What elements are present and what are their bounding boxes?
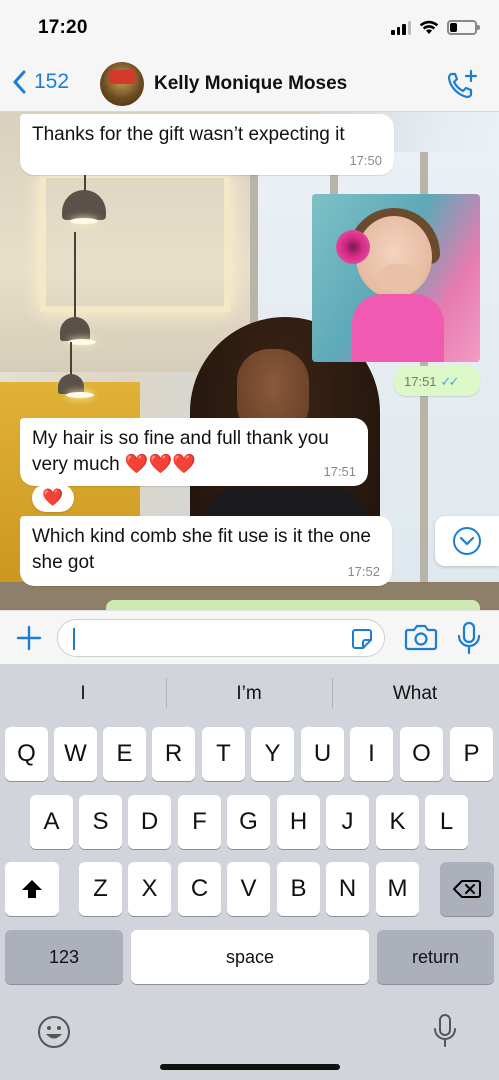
key-c[interactable]: C bbox=[178, 862, 221, 916]
outgoing-photo-meta: 17:51 ✓✓ bbox=[394, 366, 480, 396]
scroll-to-bottom-button[interactable] bbox=[435, 516, 499, 566]
chat-header: 152 Kelly Monique Moses bbox=[0, 58, 499, 112]
key-u[interactable]: U bbox=[301, 727, 344, 781]
key-w[interactable]: W bbox=[54, 727, 97, 781]
message-text: Which kind comb she fit use is it the on… bbox=[32, 526, 371, 573]
key-t[interactable]: T bbox=[202, 727, 245, 781]
message-time: 17:50 bbox=[349, 153, 382, 168]
text-caret bbox=[73, 628, 75, 650]
space-key[interactable]: space bbox=[131, 930, 369, 984]
emoji-icon[interactable] bbox=[37, 1015, 71, 1049]
key-b[interactable]: B bbox=[277, 862, 320, 916]
key-a[interactable]: A bbox=[30, 795, 73, 849]
key-y[interactable]: Y bbox=[251, 727, 294, 781]
key-e[interactable]: E bbox=[103, 727, 146, 781]
suggestion-3[interactable]: What bbox=[332, 664, 498, 722]
key-g[interactable]: G bbox=[227, 795, 270, 849]
message-text: Thanks for the gift wasn’t expecting it bbox=[32, 124, 345, 145]
suggestion-2[interactable]: I’m bbox=[166, 664, 332, 722]
incoming-message[interactable]: My hair is so fine and full thank you ve… bbox=[20, 418, 368, 486]
message-time: 17:52 bbox=[347, 564, 380, 579]
key-n[interactable]: N bbox=[326, 862, 369, 916]
key-i[interactable]: I bbox=[350, 727, 393, 781]
read-ticks-icon: ✓✓ bbox=[440, 374, 460, 389]
key-o[interactable]: O bbox=[400, 727, 443, 781]
message-time: 17:51 bbox=[323, 464, 356, 479]
numbers-key[interactable]: 123 bbox=[5, 930, 123, 984]
message-time: 17:51 bbox=[404, 374, 437, 389]
key-x[interactable]: X bbox=[128, 862, 171, 916]
incoming-message[interactable]: Thanks for the gift wasn’t expecting it … bbox=[20, 114, 394, 175]
message-text: My hair is so fine and full thank you ve… bbox=[32, 428, 329, 475]
key-d[interactable]: D bbox=[128, 795, 171, 849]
key-s[interactable]: S bbox=[79, 795, 122, 849]
dictation-mic-icon[interactable] bbox=[433, 1013, 457, 1049]
shift-icon bbox=[22, 880, 42, 898]
key-q[interactable]: Q bbox=[5, 727, 48, 781]
add-call-icon[interactable] bbox=[445, 68, 479, 102]
contact-name[interactable]: Kelly Monique Moses bbox=[154, 73, 347, 95]
home-indicator[interactable] bbox=[160, 1064, 340, 1070]
incoming-message[interactable]: Which kind comb she fit use is it the on… bbox=[20, 516, 392, 586]
backspace-key[interactable] bbox=[440, 862, 494, 916]
return-key[interactable]: return bbox=[377, 930, 494, 984]
key-m[interactable]: M bbox=[376, 862, 419, 916]
camera-icon[interactable] bbox=[404, 622, 438, 652]
chevron-left-icon bbox=[13, 70, 26, 94]
message-composer bbox=[0, 610, 499, 664]
plus-icon[interactable] bbox=[14, 623, 44, 653]
key-f[interactable]: F bbox=[178, 795, 221, 849]
battery-icon bbox=[447, 20, 480, 35]
outgoing-message-partial bbox=[106, 600, 480, 610]
suggestion-1[interactable]: I bbox=[0, 664, 166, 722]
status-bar: 17:20 bbox=[0, 0, 499, 58]
key-p[interactable]: P bbox=[450, 727, 493, 781]
shift-key[interactable] bbox=[5, 862, 59, 916]
key-h[interactable]: H bbox=[277, 795, 320, 849]
outgoing-photo-message[interactable] bbox=[312, 194, 480, 362]
cellular-signal-icon bbox=[391, 20, 411, 35]
key-z[interactable]: Z bbox=[79, 862, 122, 916]
sticker-icon[interactable] bbox=[350, 627, 374, 651]
keyboard: I I’m What Q W E R T Y U I O P A S D F G… bbox=[0, 664, 499, 1080]
back-button[interactable]: 152 bbox=[12, 70, 69, 94]
key-r[interactable]: R bbox=[152, 727, 195, 781]
microphone-icon[interactable] bbox=[456, 621, 482, 655]
chevron-down-circle-icon bbox=[453, 527, 481, 555]
key-v[interactable]: V bbox=[227, 862, 270, 916]
key-k[interactable]: K bbox=[376, 795, 419, 849]
message-input[interactable] bbox=[57, 619, 385, 657]
chat-area[interactable]: Thanks for the gift wasn’t expecting it … bbox=[0, 112, 499, 610]
heart-reaction[interactable]: ❤️ bbox=[32, 484, 74, 512]
key-l[interactable]: L bbox=[425, 795, 468, 849]
wifi-icon bbox=[419, 20, 439, 34]
backspace-icon bbox=[453, 880, 481, 898]
contact-avatar[interactable] bbox=[100, 62, 144, 106]
key-j[interactable]: J bbox=[326, 795, 369, 849]
status-time: 17:20 bbox=[38, 17, 88, 38]
status-icons bbox=[391, 20, 480, 35]
back-unread-count: 152 bbox=[34, 70, 70, 93]
